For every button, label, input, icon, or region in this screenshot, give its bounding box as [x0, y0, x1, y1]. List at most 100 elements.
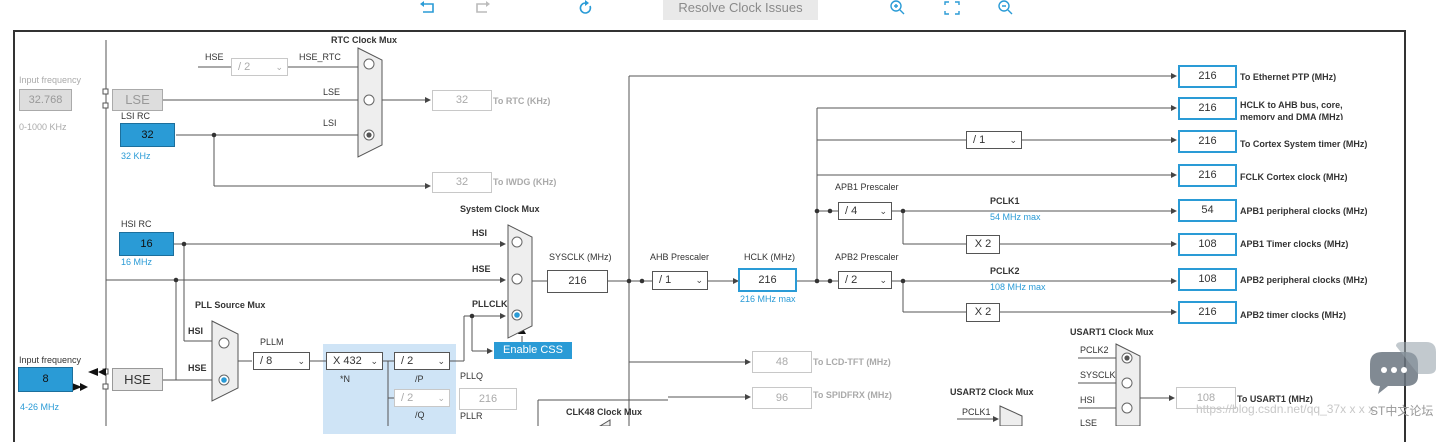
rtc-lsi-label: LSI — [323, 118, 337, 128]
chat-bubble-icon — [1370, 342, 1436, 394]
apb1-peripheral-value[interactable]: 54 — [1178, 199, 1237, 222]
apb1-timer-label: APB1 Timer clocks (MHz) — [1240, 239, 1349, 249]
hse-range: 4-26 MHz — [20, 402, 60, 412]
rtc-output-value[interactable]: 32 — [432, 90, 492, 111]
lsi-value[interactable]: 32 — [120, 123, 175, 147]
lse-range: 0-1000 KHz — [19, 122, 67, 132]
rtc-hse-divider[interactable]: / 2 ⌄ — [231, 58, 288, 76]
fclk-label: FCLK Cortex clock (MHz) — [1240, 172, 1348, 182]
watermark-url: https://blog.csdn.net/qq_37x x x x — [1196, 402, 1375, 416]
sysmux-hse-label: HSE — [472, 264, 491, 274]
cortex-timer-value[interactable]: 216 — [1178, 130, 1237, 153]
hsi-freq: 16 MHz — [121, 257, 153, 267]
sysclk-value[interactable]: 216 — [547, 270, 608, 293]
spdifrx-value[interactable]: 96 — [752, 387, 812, 409]
chevron-down-icon: ⌄ — [1009, 135, 1017, 145]
apb2-prescaler[interactable]: / 2 ⌄ — [838, 271, 892, 289]
hclk-ahb-value[interactable]: 216 — [1178, 97, 1237, 120]
apb2-peripheral-value[interactable]: 108 — [1178, 268, 1237, 291]
spdifrx-label: To SPIDFRX (MHz) — [813, 390, 892, 400]
rtc-output-label: To RTC (KHz) — [493, 96, 551, 106]
pllr-label: PLLR — [460, 411, 483, 421]
chevron-down-icon: ⌄ — [695, 275, 703, 285]
hclk-ahb-label: HCLK to AHB bus, core, — [1240, 100, 1343, 110]
pllq-div-label: /Q — [415, 410, 425, 420]
clk48-mux-title: CLK48 Clock Mux — [566, 407, 643, 417]
chevron-down-icon: ⌄ — [879, 206, 887, 216]
enable-css-button[interactable]: Enable CSS — [494, 342, 572, 359]
hse-block[interactable]: HSE — [112, 368, 163, 391]
iwdg-output-value[interactable]: 32 — [432, 172, 492, 193]
chevron-down-icon: ⌄ — [275, 62, 283, 72]
lcd-tft-label: To LCD-TFT (MHz) — [813, 357, 891, 367]
ethernet-ptp-value[interactable]: 216 — [1178, 65, 1237, 88]
ethernet-ptp-label: To Ethernet PTP (MHz) — [1240, 72, 1337, 82]
pllsrc-hsi-label: HSI — [188, 326, 204, 336]
rtc-lse-label: LSE — [323, 87, 341, 97]
usart2-pclk1-label: PCLK1 — [962, 407, 991, 417]
rtc-hse-rtc-label: HSE_RTC — [299, 52, 341, 62]
apb1-peripheral-label: APB1 peripheral clocks (MHz) — [1240, 206, 1368, 216]
lse-input-label: Input frequency — [19, 75, 82, 85]
ahb-prescaler[interactable]: / 1 ⌄ — [652, 271, 708, 290]
chevron-down-icon: ⌄ — [437, 393, 445, 403]
apb2-timer-value[interactable]: 216 — [1178, 301, 1237, 324]
hclk-max: 216 MHz max — [740, 294, 796, 304]
lse-input-field[interactable]: 32.768 — [19, 89, 72, 111]
hclk-label: HCLK (MHz) — [744, 252, 795, 262]
chevron-down-icon: ⌄ — [879, 275, 887, 285]
hse-input-label: Input frequency — [19, 355, 82, 365]
lcd-tft-value[interactable]: 48 — [752, 351, 812, 373]
hsi-title: HSI RC — [121, 219, 152, 229]
usart1-pclk2-label: PCLK2 — [1080, 345, 1109, 355]
watermark-brand: ST中文论坛 — [1370, 404, 1434, 418]
chevron-down-icon: ⌄ — [297, 356, 305, 366]
plln-multiplier[interactable]: X 432 ⌄ — [326, 352, 383, 370]
hsi-value[interactable]: 16 — [119, 232, 174, 256]
sysmux-hsi-label: HSI — [472, 228, 488, 238]
apb1-prescaler[interactable]: / 4 ⌄ — [838, 202, 892, 220]
apb1-timer-multiplier: X 2 — [966, 235, 1000, 254]
pllq-label: PLLQ — [460, 371, 484, 381]
pllm-label: PLLM — [260, 337, 284, 347]
pllp-divider[interactable]: / 2 ⌄ — [394, 352, 450, 370]
sysclk-label: SYSCLK (MHz) — [549, 252, 612, 262]
rtc-mux-title: RTC Clock Mux — [331, 35, 398, 45]
apb1-timer-value[interactable]: 108 — [1178, 233, 1237, 256]
cortex-timer-divider[interactable]: / 1 ⌄ — [966, 131, 1022, 149]
apb2-prescaler-label: APB2 Prescaler — [835, 252, 899, 262]
ahb-prescaler-label: AHB Prescaler — [650, 252, 710, 262]
usart1-mux-title: USART1 Clock Mux — [1070, 327, 1154, 337]
pllm-divider[interactable]: / 8 ⌄ — [253, 352, 310, 370]
apb2-timer-multiplier: X 2 — [966, 303, 1000, 322]
pllq-divider[interactable]: / 2 ⌄ — [394, 389, 450, 407]
pclk2-label: PCLK2 — [990, 266, 1020, 276]
hclk-ahb-label-2: memory and DMA (MHz) — [1240, 112, 1344, 120]
lse-block[interactable]: LSE — [112, 89, 163, 111]
chevron-down-icon: ⌄ — [437, 356, 445, 366]
usart2-mux-title: USART2 Clock Mux — [950, 387, 1034, 397]
cortex-timer-label: To Cortex System timer (MHz) — [1240, 139, 1368, 149]
apb2-peripheral-label: APB2 peripheral clocks (MHz) — [1240, 275, 1368, 285]
lsi-freq: 32 KHz — [121, 151, 151, 161]
plln-label: *N — [340, 374, 351, 384]
pclk1-label: PCLK1 — [990, 196, 1020, 206]
apb1-prescaler-label: APB1 Prescaler — [835, 182, 899, 192]
pclk1-max: 54 MHz max — [990, 212, 1041, 222]
hse-input-field[interactable]: 8 — [18, 367, 73, 392]
pllp-label: /P — [415, 374, 424, 384]
pll-source-mux-title: PLL Source Mux — [195, 300, 266, 310]
rtc-hse-label: HSE — [205, 52, 224, 62]
iwdg-output-label: To IWDG (KHz) — [493, 177, 557, 187]
fclk-value[interactable]: 216 — [1178, 164, 1237, 187]
usart1-hsi-label: HSI — [1080, 395, 1096, 405]
hclk-value[interactable]: 216 — [738, 268, 797, 292]
system-clock-mux-title: System Clock Mux — [460, 204, 540, 214]
usart1-lse-label: LSE — [1080, 418, 1098, 428]
pllq-output-value[interactable]: 216 — [459, 388, 517, 410]
usart1-sysclk-label: SYSCLK — [1080, 370, 1116, 380]
pclk2-max: 108 MHz max — [990, 282, 1046, 292]
sysmux-pllclk-label: PLLCLK — [472, 299, 508, 309]
lsi-title: LSI RC — [121, 111, 151, 121]
chevron-down-icon: ⌄ — [370, 356, 378, 366]
